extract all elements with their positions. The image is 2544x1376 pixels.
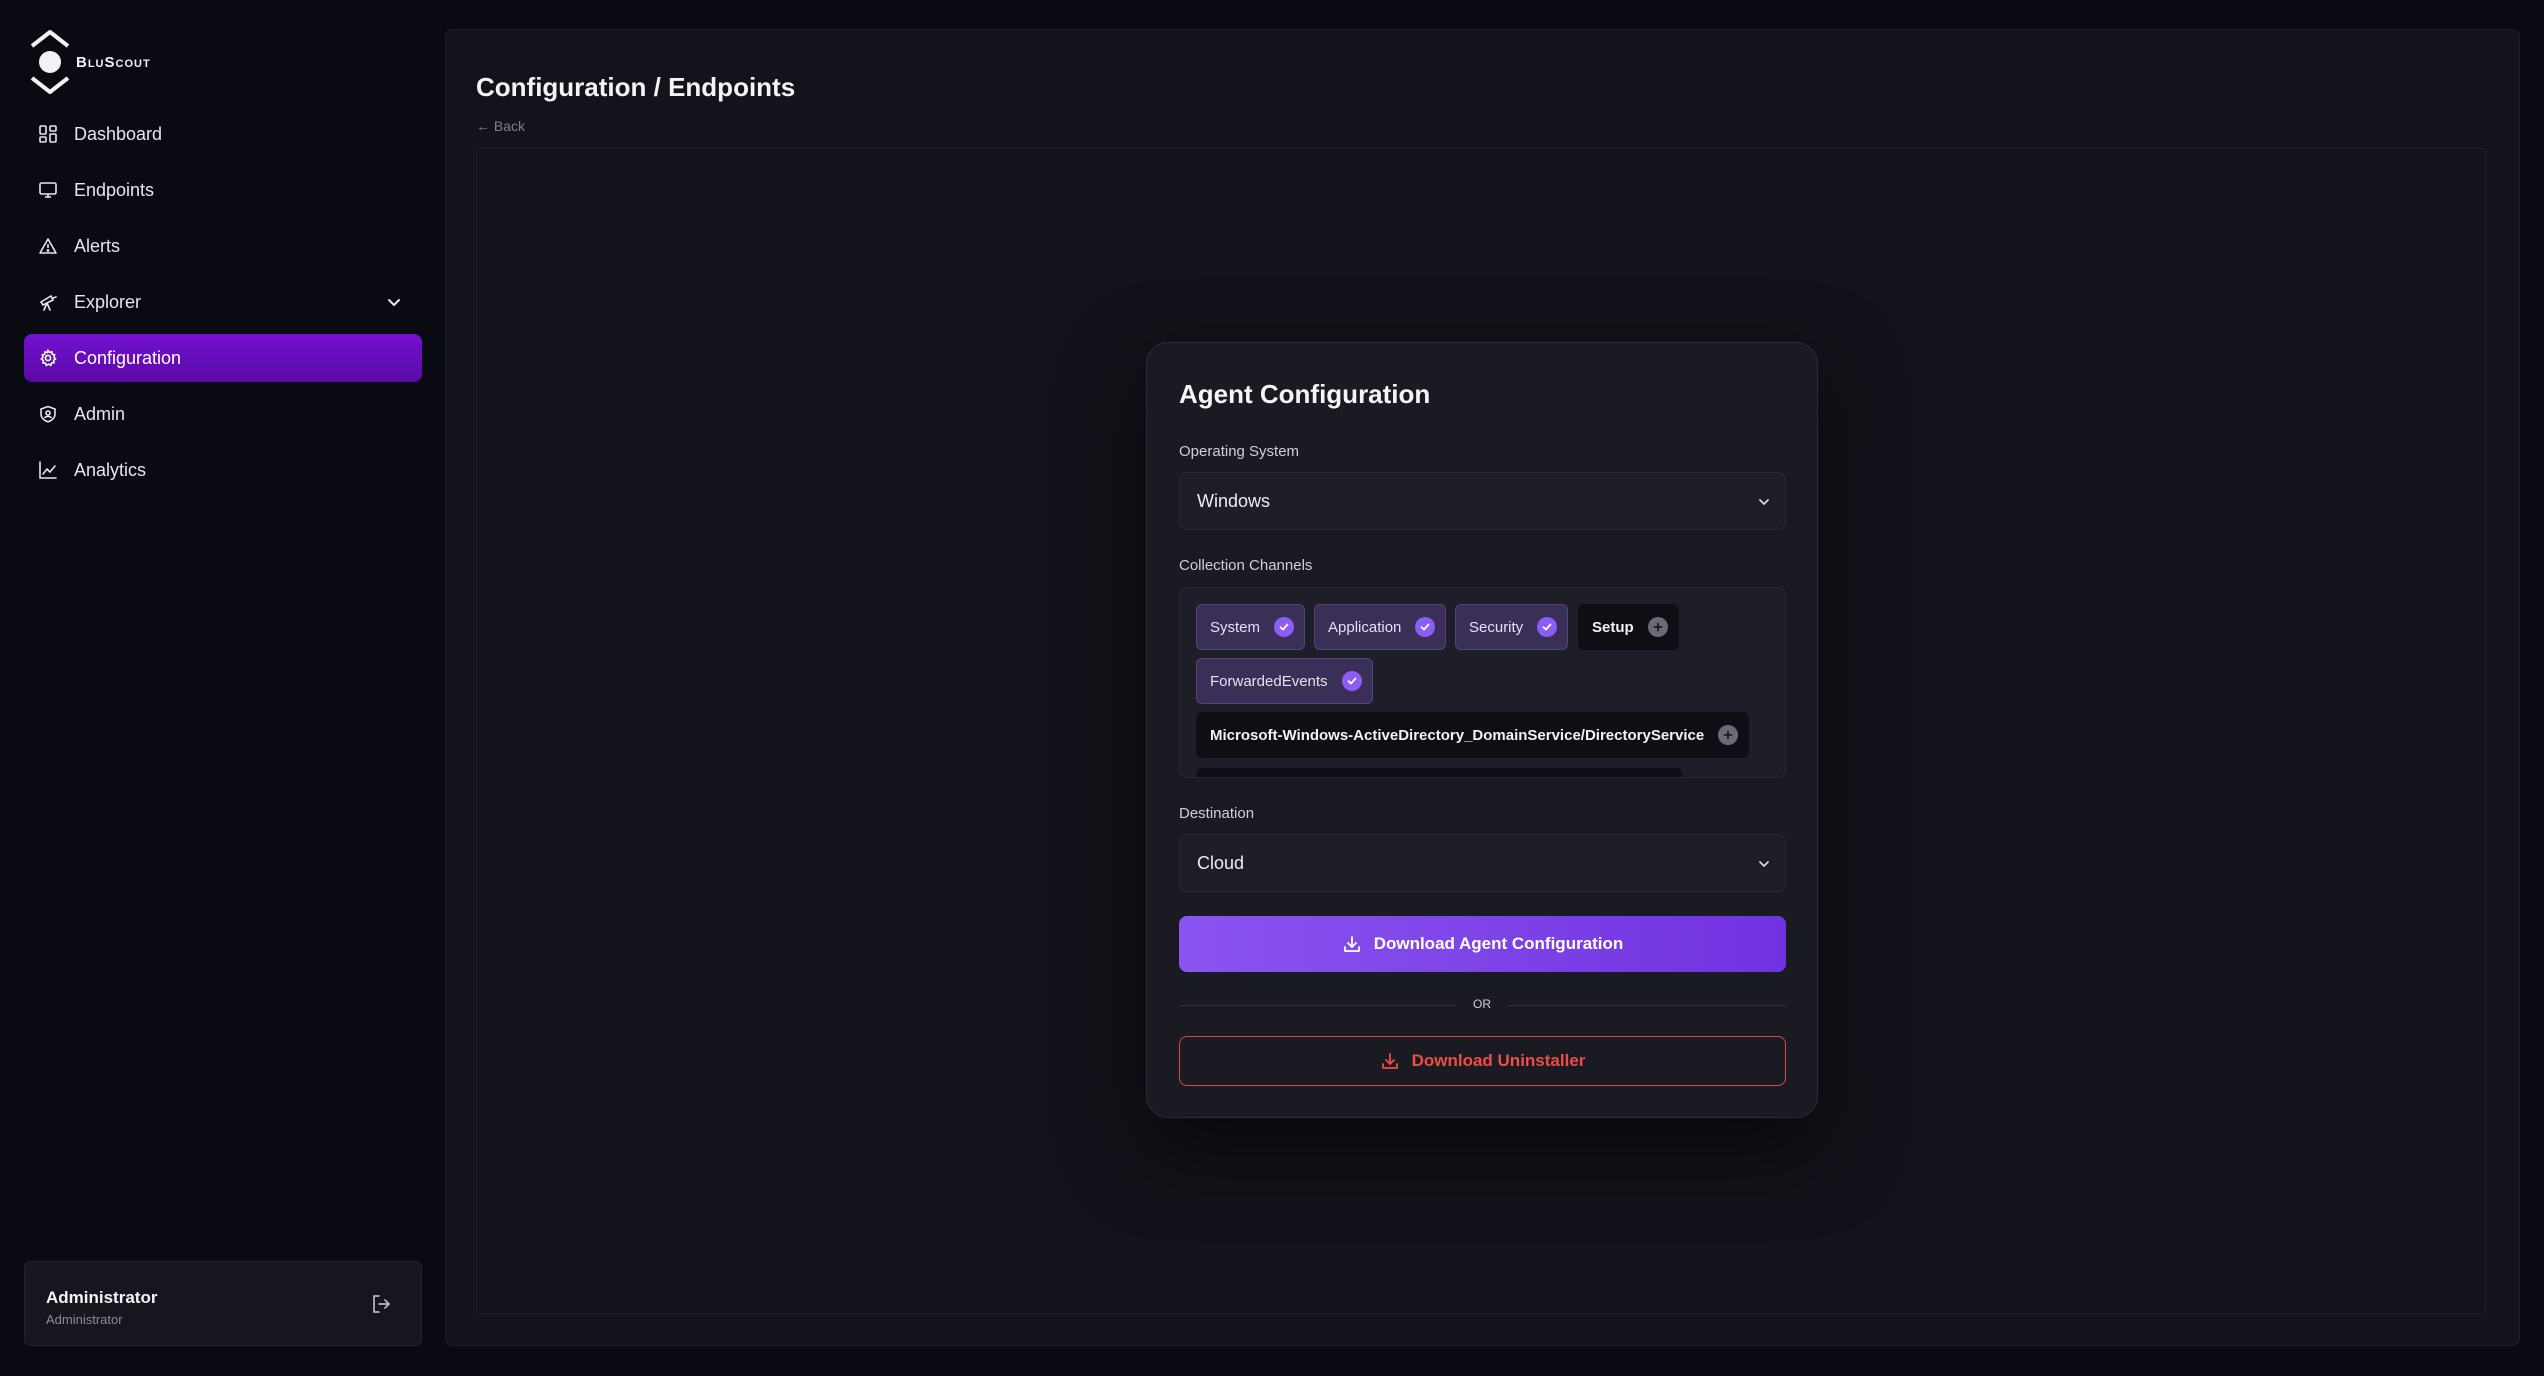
download-config-button[interactable]: Download Agent Configuration [1179, 916, 1786, 972]
chevron-down-icon[interactable] [384, 292, 404, 312]
sidebar-item-alerts[interactable]: Alerts [24, 222, 422, 270]
download-icon [1380, 1051, 1400, 1071]
sidebar-item-dashboard[interactable]: Dashboard [24, 110, 422, 158]
os-label: Operating System [1179, 443, 1300, 460]
shield-icon [38, 404, 58, 424]
agent-configuration-card: Agent Configuration Operating System Win… [1146, 342, 1818, 1118]
user-card: Administrator Administrator [24, 1261, 422, 1346]
back-link[interactable]: ← Back [476, 118, 525, 134]
sidebar-item-endpoints[interactable]: Endpoints [24, 166, 422, 214]
sidebar: BluScout Dashboard Endpoints Alerts Expl… [0, 0, 445, 1376]
check-icon [1537, 617, 1558, 637]
warning-triangle-icon [38, 236, 58, 256]
channel-chip-setup[interactable]: Setup [1578, 604, 1679, 650]
chart-line-icon [38, 460, 58, 480]
plus-icon [1718, 725, 1739, 745]
chevron-down-icon [1755, 855, 1773, 873]
dashboard-grid-icon [38, 124, 58, 144]
channel-chip-security[interactable]: Security [1455, 604, 1569, 650]
sidebar-item-label: Analytics [74, 459, 147, 480]
sidebar-nav: Dashboard Endpoints Alerts Explorer Conf… [24, 110, 422, 502]
plus-icon [1647, 617, 1668, 637]
sidebar-item-explorer[interactable]: Explorer [24, 278, 422, 326]
sidebar-item-label: Configuration [74, 347, 182, 368]
or-separator: OR [1457, 997, 1507, 1011]
destination-label: Destination [1179, 805, 1255, 822]
monitor-icon [38, 180, 58, 200]
check-icon [1415, 617, 1436, 637]
sidebar-item-label: Alerts [74, 235, 121, 256]
chevron-down-icon [1755, 493, 1773, 511]
check-icon [1341, 671, 1362, 691]
sidebar-item-configuration[interactable]: Configuration [24, 334, 422, 382]
collection-channels[interactable]: System Application Security Setup Forwar… [1179, 587, 1786, 778]
logout-icon[interactable] [369, 1292, 393, 1316]
os-select[interactable]: Windows [1179, 472, 1786, 530]
sidebar-item-analytics[interactable]: Analytics [24, 446, 422, 494]
channel-chip-partial[interactable] [1196, 768, 1682, 777]
os-value: Windows [1197, 490, 1271, 511]
sidebar-item-label: Endpoints [74, 179, 155, 200]
download-uninstaller-button[interactable]: Download Uninstaller [1179, 1036, 1786, 1086]
channel-chip-system[interactable]: System [1196, 604, 1306, 650]
check-icon [1274, 617, 1295, 637]
brand-name: BluScout [76, 53, 151, 71]
sidebar-item-label: Dashboard [74, 123, 163, 144]
sidebar-item-label: Admin [74, 403, 126, 424]
telescope-icon [38, 292, 58, 312]
hexagon-logo-icon [28, 28, 72, 96]
sidebar-item-admin[interactable]: Admin [24, 390, 422, 438]
destination-value: Cloud [1197, 852, 1245, 873]
user-name: Administrator [46, 1288, 158, 1307]
sidebar-item-label: Explorer [74, 291, 142, 312]
destination-select[interactable]: Cloud [1179, 834, 1786, 892]
download-icon [1342, 934, 1362, 954]
channel-chip-forwardedevents[interactable]: ForwardedEvents [1196, 658, 1373, 704]
channel-chip-application[interactable]: Application [1314, 604, 1447, 650]
card-title: Agent Configuration [1179, 379, 1431, 409]
brand-logo[interactable]: BluScout [28, 28, 168, 96]
channels-label: Collection Channels [1179, 557, 1313, 574]
channel-chip-directoryservice[interactable]: Microsoft-Windows-ActiveDirectory_Domain… [1196, 712, 1750, 758]
user-role: Administrator [46, 1312, 123, 1327]
page-title: Configuration / Endpoints [476, 72, 796, 102]
gear-icon [38, 348, 58, 368]
